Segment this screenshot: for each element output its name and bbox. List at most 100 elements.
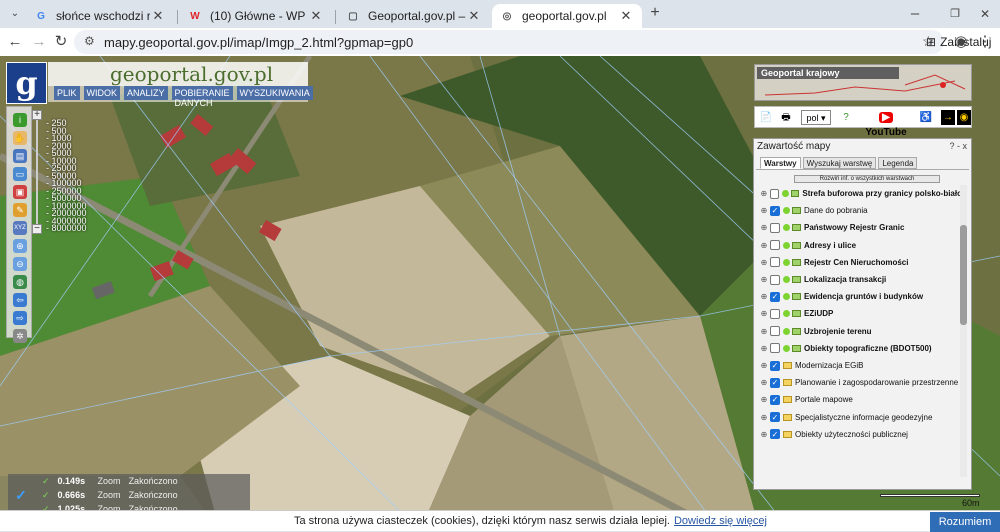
- layer-row[interactable]: ⊕ Adresy i ulice: [756, 237, 962, 254]
- expand-layer-icon[interactable]: ⊕: [760, 395, 768, 404]
- zoom-rail[interactable]: [36, 120, 38, 224]
- layer-checkbox[interactable]: ✓: [770, 429, 780, 440]
- youtube-link[interactable]: ▶ YouTube: [859, 110, 913, 138]
- tab-search-icon[interactable]: ⌄: [6, 6, 24, 22]
- layer-checkbox[interactable]: [769, 188, 780, 199]
- expand-layer-icon[interactable]: ⊕: [760, 344, 768, 353]
- zoom-scale-slider[interactable]: + − - 250- 500- 1000- 2000- 5000- 10000-…: [32, 106, 94, 234]
- select-area-icon[interactable]: ▭: [13, 167, 27, 181]
- forward-icon[interactable]: →: [30, 34, 48, 50]
- print-icon[interactable]: 🖶: [779, 110, 793, 125]
- layer-row[interactable]: ⊕ Strefa buforowa przy granicy polsko-bia…: [756, 185, 962, 202]
- site-settings-icon[interactable]: ⚙: [84, 34, 95, 48]
- expand-all-button[interactable]: Rozwiń inf. o wszystkich warstwach: [794, 175, 940, 183]
- expand-layer-icon[interactable]: ⊕: [760, 430, 768, 439]
- previous-view-icon[interactable]: ⇦: [13, 293, 27, 307]
- layer-row[interactable]: ⊕ Lokalizacja transakcji: [756, 271, 962, 288]
- layer-checkbox[interactable]: [770, 222, 780, 233]
- window-close-icon[interactable]: ✕: [976, 6, 994, 22]
- minimize-icon[interactable]: –: [906, 6, 924, 22]
- layer-checkbox[interactable]: ✓: [770, 377, 780, 388]
- menu-plik[interactable]: PLIK: [54, 86, 80, 100]
- language-select[interactable]: pol ▾: [801, 110, 831, 125]
- menu-dots-icon[interactable]: ⋮: [976, 34, 994, 50]
- arrow-right-icon[interactable]: →: [941, 110, 955, 125]
- zoom-plus-button[interactable]: +: [32, 110, 42, 120]
- expand-layer-icon[interactable]: ⊕: [760, 413, 768, 422]
- panel-scrollbar[interactable]: [960, 185, 967, 477]
- layer-row[interactable]: ⊕ ✓ Modernizacja EGiB: [756, 357, 962, 374]
- xyz-coordinates-icon[interactable]: XYZ: [13, 221, 27, 235]
- expand-layer-icon[interactable]: ⊕: [760, 309, 768, 318]
- expand-layer-icon[interactable]: ⊕: [760, 206, 768, 215]
- menu-widok[interactable]: WIDOK: [83, 86, 121, 100]
- layer-checkbox[interactable]: ✓: [770, 360, 780, 371]
- layer-checkbox[interactable]: [770, 274, 780, 285]
- zoom-out-icon[interactable]: ⊖: [13, 257, 27, 271]
- full-extent-globe-icon[interactable]: ◍: [13, 275, 27, 289]
- new-tab-button[interactable]: +: [646, 5, 664, 21]
- layer-checkbox[interactable]: [770, 326, 780, 337]
- tab-warstwy[interactable]: Warstwy: [760, 157, 801, 169]
- close-icon[interactable]: ✕: [150, 8, 166, 24]
- expand-layer-icon[interactable]: ⊕: [760, 258, 768, 267]
- layers-doc-icon[interactable]: ▤: [13, 149, 27, 163]
- layer-row[interactable]: ⊕ Obiekty topograficzne (BDOT500): [756, 340, 962, 357]
- measure-area-icon[interactable]: ▣: [13, 185, 27, 199]
- accessibility-icon[interactable]: ♿: [919, 110, 933, 125]
- layer-row[interactable]: ⊕ ✓ Obiekty użyteczności publicznej: [756, 426, 962, 443]
- contrast-eye-icon[interactable]: ◉: [957, 110, 971, 125]
- layer-row[interactable]: ⊕ EZiUDP: [756, 305, 962, 322]
- expand-layer-icon[interactable]: ⊕: [760, 378, 768, 387]
- layer-checkbox[interactable]: [770, 308, 780, 319]
- expand-layer-icon[interactable]: ⊕: [760, 361, 768, 370]
- scroll-thumb[interactable]: [960, 225, 967, 325]
- learn-more-link[interactable]: Dowiedz się więcej: [674, 515, 767, 527]
- tab-wp-poczta[interactable]: W (10) Główne - WP Poczta ✕: [180, 4, 332, 28]
- help-icon[interactable]: ?: [839, 110, 853, 125]
- layer-row[interactable]: ⊕ ✓ Specjalistyczne informacje geodezyjne: [756, 409, 962, 426]
- accept-cookies-button[interactable]: Rozumiem: [930, 512, 1000, 532]
- zoom-in-icon[interactable]: ⊕: [13, 239, 27, 253]
- layer-checkbox[interactable]: ✓: [770, 291, 780, 302]
- layer-row[interactable]: ⊕ ✓ Portale mapowe: [756, 391, 962, 408]
- zoom-minus-button[interactable]: −: [32, 224, 42, 234]
- layer-row[interactable]: ⊕ Uzbrojenie terenu: [756, 323, 962, 340]
- layer-row[interactable]: ⊕ Państwowy Rejestr Granic: [756, 219, 962, 236]
- layer-checkbox[interactable]: [770, 343, 780, 354]
- close-icon[interactable]: ✕: [308, 8, 324, 24]
- tab-legenda[interactable]: Legenda: [878, 157, 918, 169]
- next-view-icon[interactable]: ⇨: [13, 311, 27, 325]
- settings-wheel-icon[interactable]: ✲: [13, 329, 27, 343]
- bookmark-star-icon[interactable]: ☆: [922, 33, 935, 50]
- expand-layer-icon[interactable]: ⊕: [760, 189, 768, 198]
- expand-layer-icon[interactable]: ⊕: [760, 292, 768, 301]
- layer-row[interactable]: ⊕ ✓ Ewidencja gruntów i budynków: [756, 288, 962, 305]
- tab-google[interactable]: G słońce wschodzi raz na dzień - ✕: [26, 4, 174, 28]
- restore-icon[interactable]: ❐: [946, 6, 964, 22]
- document-icon[interactable]: 📄: [759, 110, 773, 125]
- reload-icon[interactable]: ↻: [52, 34, 70, 50]
- panel-window-buttons[interactable]: ? - x: [949, 141, 967, 151]
- profile-icon[interactable]: ◉: [952, 34, 970, 50]
- tab-geoportal[interactable]: ◎ geoportal.gov.pl ✕: [492, 4, 642, 28]
- layer-checkbox[interactable]: ✓: [770, 412, 780, 423]
- tab-geoportal-info[interactable]: ▢ Geoportal.gov.pl – Geoportal In ✕: [338, 4, 490, 28]
- layer-checkbox[interactable]: ✓: [770, 394, 780, 405]
- expand-layer-icon[interactable]: ⊕: [760, 223, 768, 232]
- menu-analizy[interactable]: ANALIZY: [124, 86, 168, 100]
- map-canvas[interactable]: g geoportal.gov.pl PLIK WIDOK ANALIZY PO…: [0, 56, 1000, 531]
- draw-pencil-icon[interactable]: ✎: [13, 203, 27, 217]
- expand-layer-icon[interactable]: ⊕: [760, 327, 768, 336]
- info-icon[interactable]: i: [13, 113, 27, 127]
- layer-row[interactable]: ⊕ ✓ Planowanie i zagospodarowanie przestrz…: [756, 374, 962, 391]
- tab-wyszukaj-warstwe[interactable]: Wyszukaj warstwę: [802, 157, 877, 169]
- overview-minimap[interactable]: Geoportal krajowy: [754, 64, 972, 101]
- expand-layer-icon[interactable]: ⊕: [760, 241, 768, 250]
- layer-row[interactable]: ⊕ ✓ Dane do pobrania: [756, 202, 962, 219]
- layer-checkbox[interactable]: [770, 257, 780, 268]
- url-field[interactable]: ⚙ mapy.geoportal.gov.pl/imap/Imgp_2.html…: [74, 30, 991, 54]
- menu-pobieranie-danych[interactable]: POBIERANIE DANYCH: [171, 86, 233, 108]
- layer-row[interactable]: ⊕ Rejestr Cen Nieruchomości: [756, 254, 962, 271]
- menu-wyszukiwania[interactable]: WYSZUKIWANIA: [236, 86, 313, 100]
